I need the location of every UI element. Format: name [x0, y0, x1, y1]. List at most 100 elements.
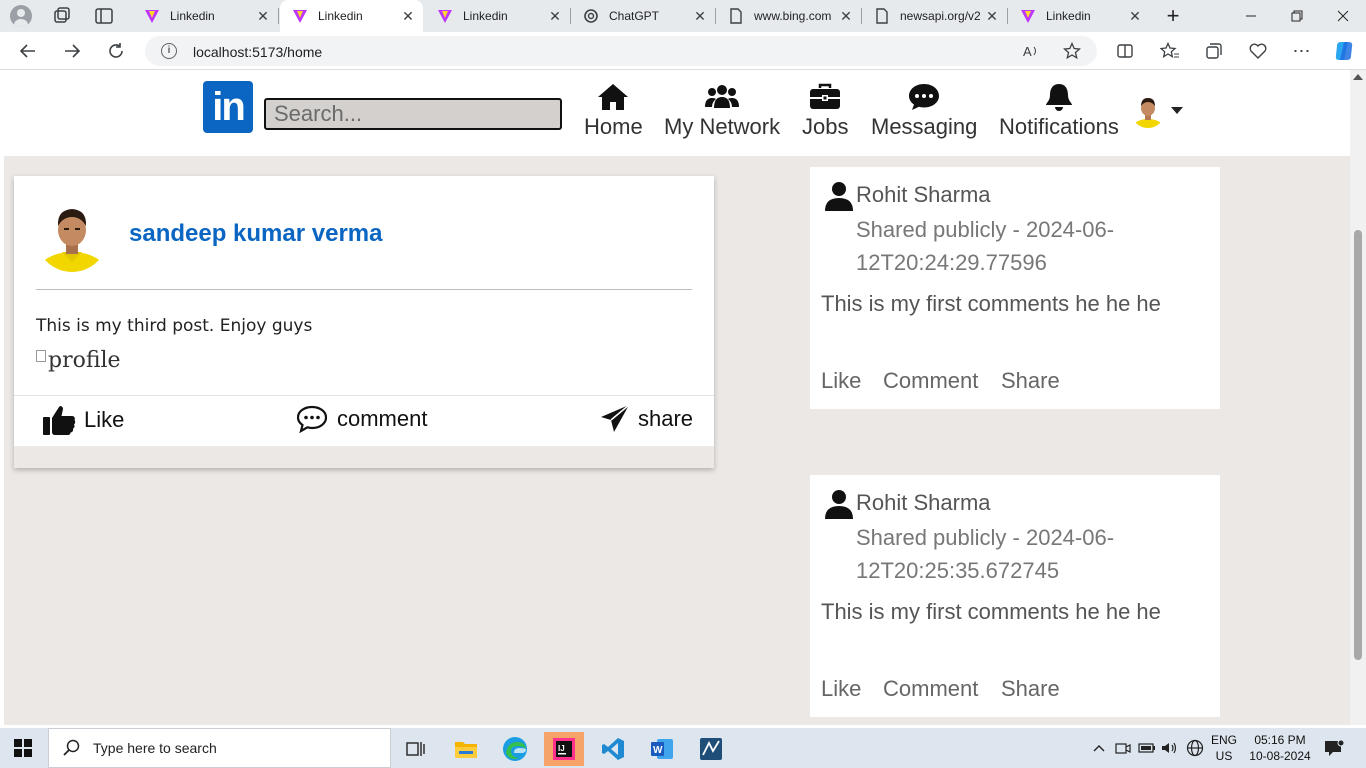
- nav-messaging-label: Messaging: [871, 114, 978, 139]
- word-button[interactable]: W: [642, 732, 682, 766]
- scrollbar-thumb[interactable]: [1354, 230, 1362, 660]
- system-clock[interactable]: 05:16 PM 10-08-2024: [1244, 732, 1316, 764]
- page-scrollbar[interactable]: [1350, 70, 1366, 725]
- volume-button[interactable]: [1160, 728, 1180, 768]
- close-tab-icon[interactable]: ✕: [256, 9, 270, 23]
- new-tab-button[interactable]: +: [1150, 0, 1196, 32]
- comment-author-name[interactable]: Rohit Sharma: [856, 182, 991, 208]
- reload-icon: [109, 43, 123, 58]
- comment-like-button[interactable]: Like: [821, 368, 861, 394]
- post-author-avatar[interactable]: [36, 200, 108, 272]
- windows-start-icon[interactable]: [14, 739, 32, 757]
- taskbar-search-box[interactable]: Type here to search: [48, 728, 391, 768]
- nav-notifications[interactable]: Notifications: [999, 82, 1119, 140]
- browser-profile-button[interactable]: [8, 4, 34, 28]
- workspaces-icon[interactable]: [52, 6, 72, 26]
- nav-home[interactable]: Home: [584, 82, 643, 140]
- language-indicator[interactable]: ENG US: [1208, 732, 1240, 764]
- post-card-footer: [14, 446, 714, 468]
- comment-comment-button[interactable]: Comment: [883, 676, 978, 702]
- browser-essentials-button[interactable]: [1247, 40, 1269, 62]
- close-tab-icon[interactable]: ✕: [1128, 9, 1142, 23]
- minimize-button[interactable]: [1228, 0, 1274, 32]
- bell-icon: [1045, 84, 1072, 111]
- reload-button[interactable]: [105, 40, 127, 62]
- comment-comment-button[interactable]: Comment: [883, 368, 978, 394]
- svg-text:W: W: [653, 745, 663, 756]
- user-icon: [825, 490, 853, 519]
- comment-like-button[interactable]: Like: [821, 676, 861, 702]
- restore-icon: [1291, 10, 1303, 22]
- site-info-icon[interactable]: i: [161, 43, 177, 59]
- browser-tab[interactable]: Linkedin ✕: [132, 0, 278, 32]
- nav-my-network[interactable]: My Network: [664, 82, 780, 140]
- intellij-button[interactable]: IJ: [544, 732, 584, 766]
- like-button[interactable]: Like: [42, 404, 124, 436]
- comment-icon: [296, 405, 328, 434]
- url-text[interactable]: localhost:5173/home: [193, 44, 322, 60]
- mysql-workbench-button[interactable]: [691, 732, 731, 766]
- region-code: US: [1215, 749, 1233, 763]
- share-button[interactable]: share: [600, 404, 693, 434]
- comment-author-name[interactable]: Rohit Sharma: [856, 490, 991, 516]
- battery-status[interactable]: [1137, 728, 1157, 768]
- comment-share-button[interactable]: Share: [1001, 676, 1060, 702]
- file-explorer-button[interactable]: [446, 732, 486, 766]
- notification-center-button[interactable]: [1322, 728, 1346, 768]
- nav-jobs-label: Jobs: [802, 114, 849, 139]
- tab-actions-icon[interactable]: [94, 6, 114, 26]
- collections-button[interactable]: [1203, 40, 1225, 62]
- like-label: Like: [84, 407, 125, 432]
- more-options-button[interactable]: ⋯: [1291, 40, 1313, 62]
- split-screen-button[interactable]: [1114, 40, 1136, 62]
- close-tab-icon[interactable]: ✕: [548, 9, 562, 23]
- close-tab-icon[interactable]: ✕: [693, 9, 707, 23]
- comment-card: Rohit Sharma Shared publicly - 2024-06-1…: [810, 167, 1220, 409]
- search-icon: [63, 739, 80, 756]
- nav-messaging[interactable]: Messaging: [871, 82, 977, 140]
- linkedin-logo[interactable]: in: [203, 81, 253, 133]
- browser-tab[interactable]: ChatGPT ✕: [571, 0, 715, 32]
- scroll-up-arrow-icon[interactable]: [1353, 74, 1363, 80]
- windows-taskbar: Type here to search IJ W ENG US 05:16 PM…: [0, 728, 1366, 768]
- show-hidden-icons-button[interactable]: [1089, 728, 1109, 768]
- close-window-button[interactable]: [1320, 0, 1366, 32]
- post-author-name[interactable]: sandeep kumar verma: [129, 220, 382, 248]
- favorite-star-icon[interactable]: [1063, 42, 1081, 60]
- page-icon: [876, 8, 888, 24]
- browser-tab[interactable]: Linkedin ✕: [1008, 0, 1150, 32]
- task-view-button[interactable]: [396, 732, 436, 766]
- chatgpt-icon: [584, 9, 598, 23]
- comment-button[interactable]: comment: [295, 404, 427, 434]
- browser-tab[interactable]: newsapi.org/v2 ✕: [862, 0, 1007, 32]
- comment-share-button[interactable]: Share: [1001, 368, 1060, 394]
- nav-jobs[interactable]: Jobs: [802, 82, 848, 140]
- edge-browser-button[interactable]: [495, 732, 535, 766]
- close-tab-icon[interactable]: ✕: [401, 9, 415, 23]
- address-bar[interactable]: i localhost:5173/home A: [145, 36, 1097, 66]
- back-arrow-icon: [19, 44, 35, 58]
- favorites-button[interactable]: [1159, 40, 1181, 62]
- copilot-button[interactable]: [1332, 39, 1356, 63]
- close-tab-icon[interactable]: ✕: [839, 9, 853, 23]
- network-button[interactable]: [1184, 728, 1206, 768]
- profile-dropdown-caret-icon[interactable]: [1171, 107, 1183, 114]
- top-navbar: in Home My Network Jobs Messaging Notifi…: [4, 70, 1350, 156]
- forward-button[interactable]: [61, 40, 83, 62]
- speaker-icon: [1162, 742, 1177, 754]
- close-tab-icon[interactable]: ✕: [985, 9, 999, 23]
- read-aloud-icon[interactable]: A: [1023, 43, 1041, 59]
- intellij-icon: IJ: [553, 738, 575, 760]
- post-card: sandeep kumar verma This is my third pos…: [14, 176, 714, 468]
- restore-button[interactable]: [1274, 0, 1320, 32]
- search-input[interactable]: [264, 98, 562, 130]
- user-photo: [1131, 94, 1165, 128]
- browser-tab[interactable]: www.bing.com ✕: [716, 0, 861, 32]
- browser-tab[interactable]: Linkedin ✕: [425, 0, 570, 32]
- user-avatar[interactable]: [1131, 94, 1165, 128]
- app-page: in Home My Network Jobs Messaging Notifi…: [4, 70, 1350, 725]
- browser-tab-active[interactable]: Linkedin ✕: [280, 0, 423, 32]
- vscode-button[interactable]: [593, 732, 633, 766]
- back-button[interactable]: [17, 40, 39, 62]
- tray-meet-button[interactable]: [1113, 728, 1133, 768]
